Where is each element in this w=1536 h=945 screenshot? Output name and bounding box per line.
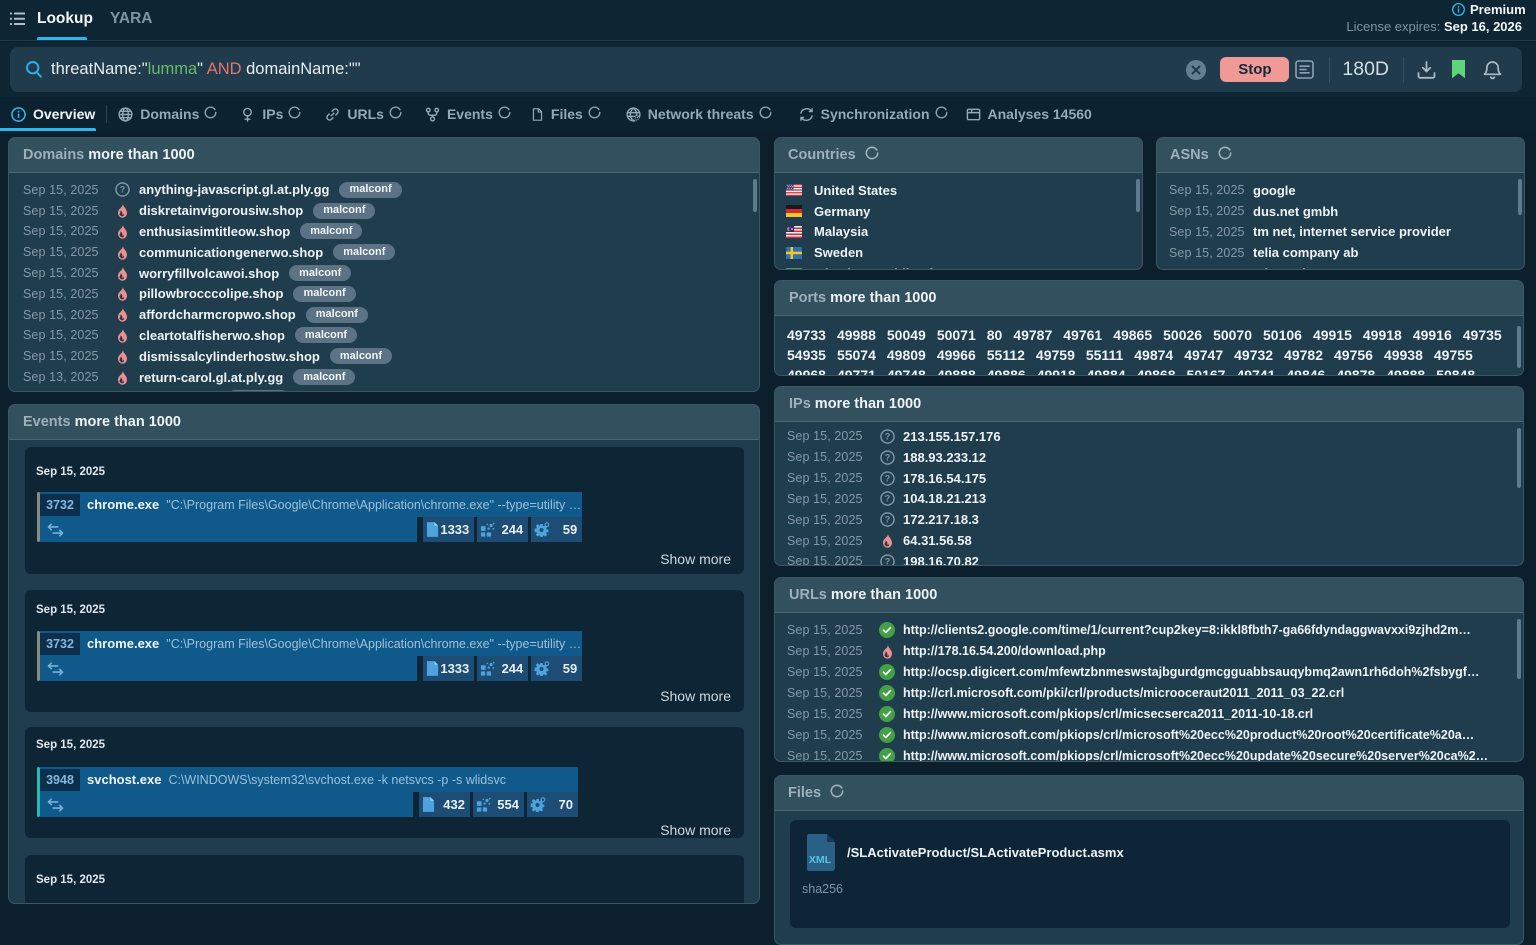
svg-text:?: ? (884, 494, 889, 504)
svg-text:?: ? (884, 473, 889, 483)
svg-text:?: ? (884, 432, 889, 442)
svg-text:?: ? (120, 185, 125, 195)
svg-text:?: ? (884, 452, 889, 462)
svg-text:XML: XML (809, 854, 832, 866)
svg-text:?: ? (884, 557, 889, 566)
svg-text:?: ? (884, 515, 889, 525)
